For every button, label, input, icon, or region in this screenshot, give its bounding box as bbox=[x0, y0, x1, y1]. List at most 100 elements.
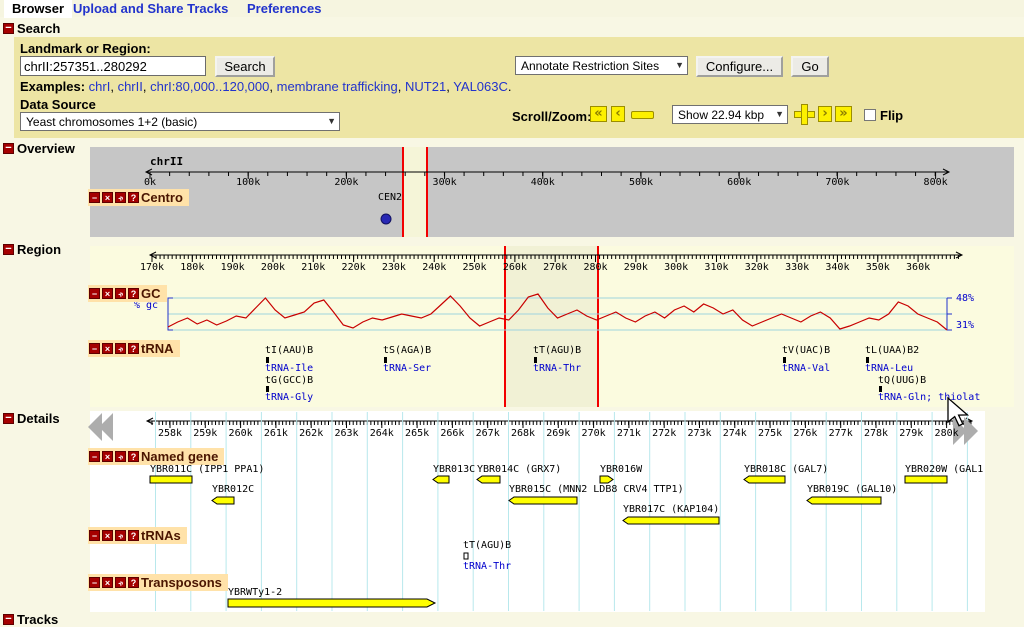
annotate-select[interactable]: Annotate Restriction Sites ▼ bbox=[515, 56, 688, 75]
example-link[interactable]: chrI bbox=[89, 79, 111, 94]
tab-upload-and-share-tracks[interactable]: Upload and Share Tracks bbox=[73, 0, 228, 16]
pan-far-right-button[interactable]: » bbox=[835, 106, 852, 122]
examples-label: Examples: bbox=[20, 79, 85, 94]
section-collapse-icon[interactable]: − bbox=[3, 23, 14, 34]
track-help-icon[interactable]: ? bbox=[128, 343, 139, 354]
example-link[interactable]: NUT21 bbox=[405, 79, 446, 94]
search-button[interactable]: Search bbox=[215, 56, 275, 77]
pan-left-button[interactable]: ‹ bbox=[611, 106, 625, 122]
datasource-label: Data Source bbox=[20, 97, 96, 112]
selection-boundary-line bbox=[402, 147, 404, 237]
track-share-icon[interactable]: » bbox=[115, 343, 126, 354]
gene-label[interactable]: YBR013C bbox=[433, 464, 475, 475]
gene-label[interactable]: YBR012C bbox=[212, 484, 254, 495]
trna-feature-label[interactable]: tV(UAC)B bbox=[782, 345, 830, 356]
trna-feature-label[interactable]: tL(UAA)B2 bbox=[865, 345, 919, 356]
tick-label: 272k bbox=[652, 428, 676, 439]
track-title-label[interactable]: Transposons bbox=[141, 575, 222, 590]
pan-far-left-button[interactable]: « bbox=[590, 106, 607, 122]
gc-min-label: 31% bbox=[956, 320, 974, 331]
zoom-in-button[interactable] bbox=[794, 104, 815, 125]
tab-preferences[interactable]: Preferences bbox=[247, 0, 321, 16]
example-link[interactable]: membrane trafficking bbox=[277, 79, 398, 94]
section-collapse-icon[interactable]: − bbox=[3, 413, 14, 424]
gene-label[interactable]: YBR019C (GAL10) bbox=[807, 484, 897, 495]
track-help-icon[interactable]: ? bbox=[128, 192, 139, 203]
tick-label: 210k bbox=[301, 262, 325, 273]
pan-right-button[interactable]: › bbox=[818, 106, 832, 122]
gene-label[interactable]: YBR018C (GAL7) bbox=[744, 464, 828, 475]
example-link[interactable]: YAL063C bbox=[453, 79, 508, 94]
track-close-icon[interactable]: × bbox=[102, 288, 113, 299]
gene-label[interactable]: YBR014C (GRX7) bbox=[477, 464, 561, 475]
track-title-label[interactable]: Named gene bbox=[141, 449, 218, 464]
trna-feature-label[interactable]: tS(AGA)B bbox=[383, 345, 431, 356]
tick-label: 400k bbox=[531, 177, 555, 188]
track-help-icon[interactable]: ? bbox=[128, 451, 139, 462]
gene-label[interactable]: YBR011C (IPP1 PPA1) bbox=[150, 464, 264, 475]
configure-button[interactable]: Configure... bbox=[696, 56, 783, 77]
track-share-icon[interactable]: » bbox=[115, 577, 126, 588]
trna-feature-label[interactable]: tI(AAU)B bbox=[265, 345, 313, 356]
section-header-overview: Overview bbox=[17, 141, 75, 156]
track-header-trnas: −×»?tRNAs bbox=[88, 527, 187, 544]
tick-label: 600k bbox=[727, 177, 751, 188]
zoom-level-select[interactable]: Show 22.94 kbp ▼ bbox=[672, 105, 788, 124]
tick-label: 280k bbox=[935, 428, 959, 439]
track-collapse-icon[interactable]: − bbox=[89, 530, 100, 541]
track-close-icon[interactable]: × bbox=[102, 192, 113, 203]
trna-feature-label[interactable]: tT(AGU)B bbox=[533, 345, 581, 356]
track-close-icon[interactable]: × bbox=[102, 530, 113, 541]
track-close-icon[interactable]: × bbox=[102, 343, 113, 354]
tick-label: 300k bbox=[433, 177, 457, 188]
tick-label: 290k bbox=[624, 262, 648, 273]
landmark-input[interactable] bbox=[20, 56, 206, 76]
section-collapse-icon[interactable]: − bbox=[3, 143, 14, 154]
tick-label: 180k bbox=[180, 262, 204, 273]
track-close-icon[interactable]: × bbox=[102, 451, 113, 462]
track-share-icon[interactable]: » bbox=[115, 451, 126, 462]
track-title-label[interactable]: tRNAs bbox=[141, 528, 181, 543]
track-collapse-icon[interactable]: − bbox=[89, 192, 100, 203]
tick-label: 271k bbox=[617, 428, 641, 439]
track-share-icon[interactable]: » bbox=[115, 288, 126, 299]
track-title-label[interactable]: GC bbox=[141, 286, 161, 301]
track-collapse-icon[interactable]: − bbox=[89, 343, 100, 354]
transposon-label[interactable]: YBRWTy1-2 bbox=[228, 587, 282, 598]
track-share-icon[interactable]: » bbox=[115, 192, 126, 203]
track-share-icon[interactable]: » bbox=[115, 530, 126, 541]
track-title-label[interactable]: Centro bbox=[141, 190, 183, 205]
flip-checkbox[interactable] bbox=[864, 109, 876, 121]
go-button[interactable]: Go bbox=[791, 56, 829, 77]
tick-label: 500k bbox=[629, 177, 653, 188]
trna-feature-label[interactable]: tT(AGU)B bbox=[463, 540, 511, 551]
gene-label[interactable]: YBR017C (KAP104) bbox=[623, 504, 719, 515]
tick-label: 170k bbox=[140, 262, 164, 273]
example-link[interactable]: chrI:80,000..120,000 bbox=[150, 79, 269, 94]
track-collapse-icon[interactable]: − bbox=[89, 288, 100, 299]
datasource-select-value: Yeast chromosomes 1+2 (basic) bbox=[26, 115, 197, 129]
trna-feature-label[interactable]: tG(GCC)B bbox=[265, 375, 313, 386]
track-close-icon[interactable]: × bbox=[102, 577, 113, 588]
section-collapse-icon[interactable]: − bbox=[3, 614, 14, 625]
tick-label: 260k bbox=[229, 428, 253, 439]
trna-feature-alias: tRNA-Gly bbox=[265, 392, 313, 403]
tick-label: 330k bbox=[785, 262, 809, 273]
tab-browser[interactable]: Browser bbox=[4, 0, 72, 18]
gene-label[interactable]: YBR020W (GAL1 bbox=[905, 464, 983, 475]
trna-feature-label[interactable]: tQ(UUG)B bbox=[878, 375, 926, 386]
track-help-icon[interactable]: ? bbox=[128, 288, 139, 299]
track-collapse-icon[interactable]: − bbox=[89, 577, 100, 588]
tick-label: 276k bbox=[793, 428, 817, 439]
track-title-label[interactable]: tRNA bbox=[141, 341, 174, 356]
gene-label[interactable]: YBR015C (MNN2 LDB8 CRV4 TTP1) bbox=[509, 484, 684, 495]
tick-label: 100k bbox=[236, 177, 260, 188]
zoom-out-button[interactable] bbox=[631, 111, 654, 119]
gene-label[interactable]: YBR016W bbox=[600, 464, 642, 475]
datasource-select[interactable]: Yeast chromosomes 1+2 (basic) ▼ bbox=[20, 112, 340, 131]
section-collapse-icon[interactable]: − bbox=[3, 244, 14, 255]
track-help-icon[interactable]: ? bbox=[128, 577, 139, 588]
track-collapse-icon[interactable]: − bbox=[89, 451, 100, 462]
track-help-icon[interactable]: ? bbox=[128, 530, 139, 541]
example-link[interactable]: chrII bbox=[118, 79, 143, 94]
